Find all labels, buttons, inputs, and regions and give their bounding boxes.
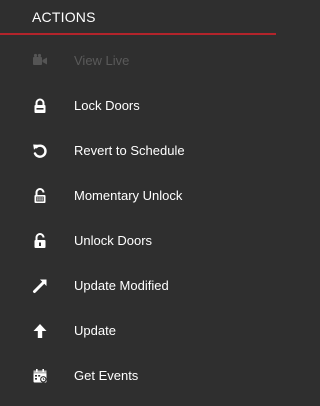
action-label: Update Modified (74, 278, 169, 293)
action-update[interactable]: Update (0, 308, 276, 353)
unlock-icon (32, 232, 48, 249)
action-revert-to-schedule[interactable]: Revert to Schedule (0, 128, 276, 173)
events-icon (32, 368, 48, 384)
action-label: Get Events (74, 368, 139, 383)
action-label: View Live (74, 53, 130, 68)
action-label: Revert to Schedule (74, 143, 185, 158)
action-label: Update (74, 323, 116, 338)
revert-icon (32, 143, 48, 159)
actions-panel: ACTIONS View Live Lock Doors Revert to S… (0, 0, 276, 406)
action-update-modified[interactable]: Update Modified (0, 263, 276, 308)
action-label: Unlock Doors (74, 233, 153, 248)
camera-icon (32, 53, 48, 69)
panel-title: ACTIONS (0, 0, 276, 35)
action-label: Momentary Unlock (74, 188, 183, 203)
action-momentary-unlock[interactable]: Momentary Unlock (0, 173, 276, 218)
lock-icon (32, 98, 48, 114)
action-lock-doors[interactable]: Lock Doors (0, 83, 276, 128)
action-get-events[interactable]: Get Events (0, 353, 276, 398)
momentary-unlock-icon (32, 187, 48, 204)
action-unlock-doors[interactable]: Unlock Doors (0, 218, 276, 263)
action-view-live: View Live (0, 38, 276, 83)
actions-menu: View Live Lock Doors Revert to Schedule (0, 38, 276, 398)
update-modified-icon (32, 278, 48, 294)
action-label: Lock Doors (74, 98, 140, 113)
up-arrow-icon (32, 323, 48, 339)
